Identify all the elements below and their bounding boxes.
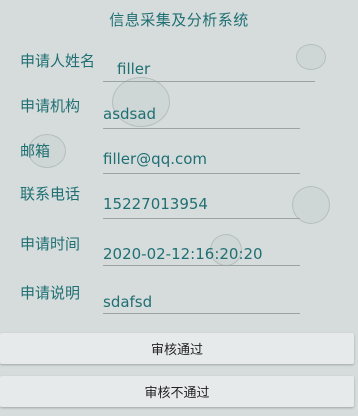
- application-time-field[interactable]: 2020-02-12:16:20:20: [103, 245, 263, 263]
- page-title: 信息采集及分析系统: [109, 11, 249, 29]
- applicant-name-field[interactable]: filler: [117, 60, 150, 78]
- email-field[interactable]: filler@qq.com: [103, 150, 207, 168]
- field-label: 邮箱: [20, 142, 51, 160]
- field-label: 联系电话: [20, 185, 81, 203]
- reject-button[interactable]: 审核不通过: [0, 376, 354, 407]
- institution-field[interactable]: asdsad: [103, 105, 156, 123]
- field-underline: [103, 128, 300, 129]
- background-decoration: [296, 44, 326, 70]
- approve-button[interactable]: 审核通过: [0, 333, 354, 364]
- field-label: 申请说明: [20, 284, 81, 302]
- field-underline: [103, 313, 300, 314]
- field-label: 申请时间: [20, 235, 81, 253]
- field-label: 申请机构: [20, 97, 81, 115]
- field-underline: [103, 218, 300, 219]
- field-underline: [103, 81, 315, 82]
- field-underline: [103, 265, 300, 266]
- field-underline: [103, 173, 300, 174]
- description-field[interactable]: sdafsd: [103, 293, 152, 311]
- phone-field[interactable]: 15227013954: [103, 195, 208, 213]
- field-label: 申请人姓名: [20, 52, 96, 70]
